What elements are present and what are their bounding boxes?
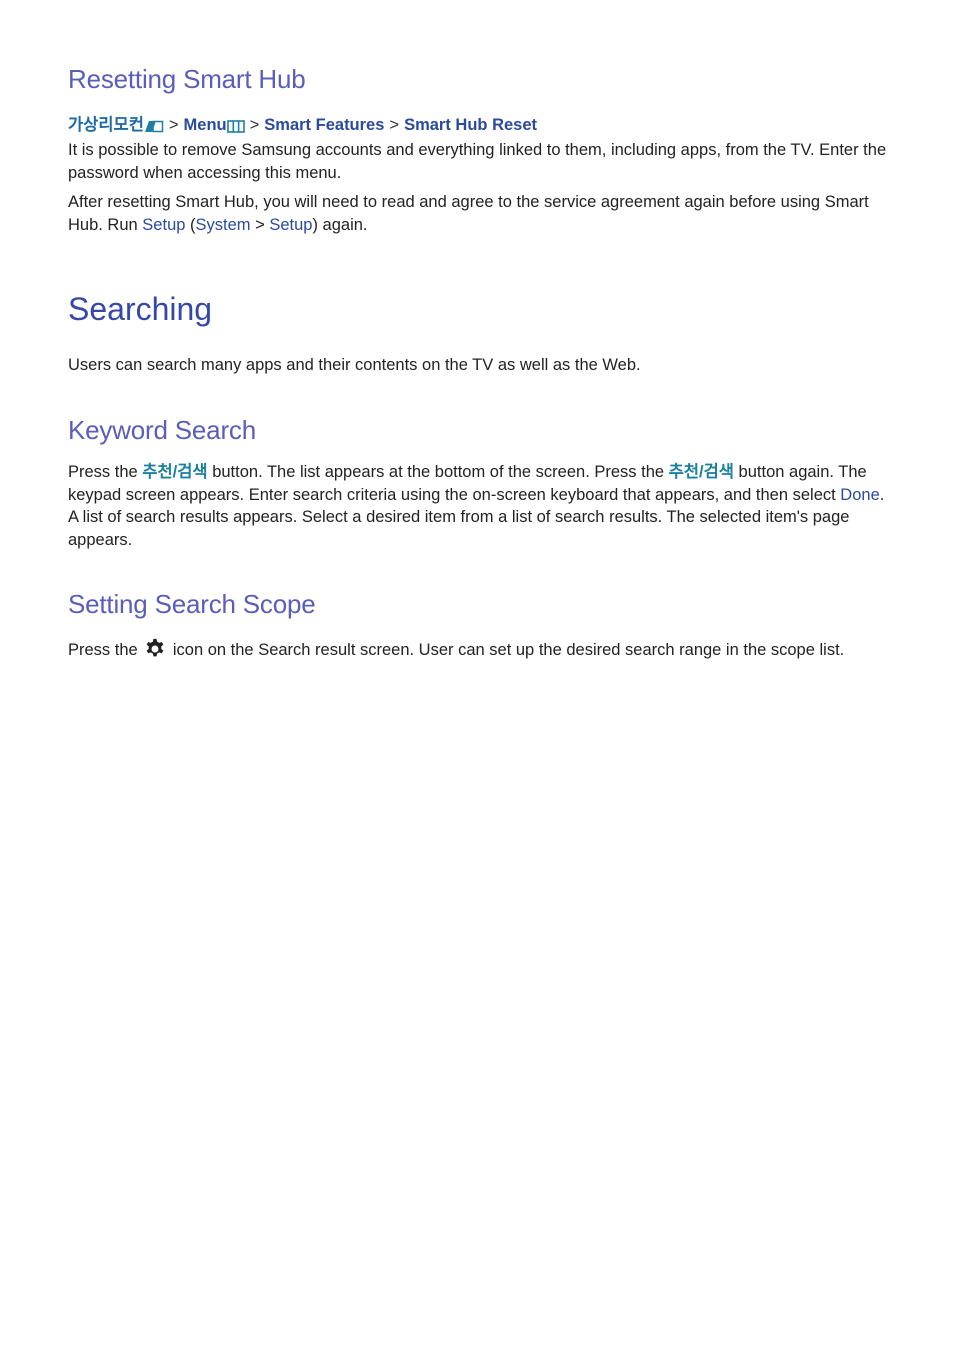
recommend-search-button-ref: 추천/검색 bbox=[668, 463, 734, 481]
keyword-search-description: Press the 추천/검색 button. The list appears… bbox=[68, 461, 898, 551]
recommend-search-button-ref: 추천/검색 bbox=[142, 463, 208, 481]
breadcrumb-menu[interactable]: Menu bbox=[184, 116, 227, 134]
text: icon on the Search result screen. User c… bbox=[168, 641, 845, 659]
section-title-keyword-search: Keyword Search bbox=[68, 415, 256, 445]
section-title-resetting-smart-hub: Resetting Smart Hub bbox=[68, 64, 306, 94]
breadcrumb-separator: > bbox=[389, 116, 400, 134]
text: Press the bbox=[68, 463, 143, 481]
virtual-remote-icon bbox=[144, 119, 164, 138]
system-link[interactable]: System bbox=[196, 216, 251, 234]
search-scope-description: Press the icon on the Search result scre… bbox=[68, 638, 898, 666]
gear-icon bbox=[142, 638, 168, 666]
searching-intro: Users can search many apps and their con… bbox=[68, 356, 641, 374]
resetting-note-end: ) again. bbox=[312, 215, 368, 234]
section-title-setting-search-scope: Setting Search Scope bbox=[68, 589, 316, 619]
breadcrumb-separator: > bbox=[168, 116, 179, 134]
done-link[interactable]: Done bbox=[840, 486, 879, 504]
breadcrumb-smart-features[interactable]: Smart Features bbox=[264, 116, 384, 134]
breadcrumb-separator: > bbox=[249, 116, 260, 134]
text: button. The list appears at the bottom o… bbox=[207, 463, 669, 481]
resetting-description: It is possible to remove Samsung account… bbox=[68, 141, 887, 182]
menu-grid-icon bbox=[226, 119, 245, 138]
breadcrumb: 가상리모컨 > Menu > Smart Features > Smart Hub Rese… bbox=[68, 111, 537, 138]
breadcrumb-smart-hub-reset[interactable]: Smart Hub Reset bbox=[404, 116, 537, 134]
text: Press the bbox=[68, 641, 143, 659]
resetting-note: After resetting Smart Hub, you will need… bbox=[68, 191, 898, 236]
breadcrumb-virtual-remote[interactable]: 가상리모컨 bbox=[68, 116, 144, 134]
path-separator: > bbox=[250, 215, 270, 234]
setup-link[interactable]: Setup bbox=[142, 216, 185, 234]
paren-open: ( bbox=[185, 215, 196, 234]
section-title-searching: Searching bbox=[68, 291, 213, 327]
setup-link-2[interactable]: Setup bbox=[269, 216, 312, 234]
